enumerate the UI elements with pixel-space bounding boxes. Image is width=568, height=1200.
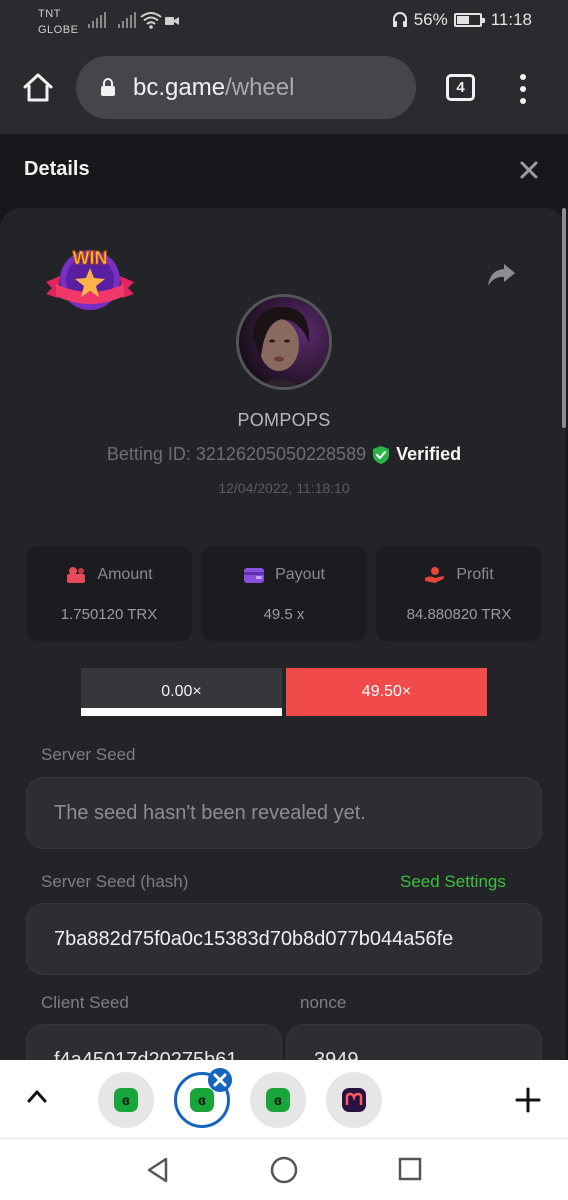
home-icon[interactable] <box>22 72 54 104</box>
stat-profit-label: Profit <box>456 566 494 583</box>
betting-id-row: Betting ID: 32126205050228589 Verified <box>0 444 566 465</box>
carrier-line1: TNT <box>38 8 61 20</box>
address-bar[interactable]: bc.game/wheel <box>76 56 416 119</box>
carrier-line2: GLOBE <box>38 24 79 36</box>
battery-icon <box>453 13 485 27</box>
tab-item[interactable]: ɞ <box>98 1072 154 1128</box>
url-domain: bc.game <box>133 74 226 101</box>
stat-payout-value: 49.5 x <box>263 606 305 623</box>
url-text: bc.game/wheel <box>133 74 294 102</box>
details-title: Details <box>24 158 90 180</box>
nonce-label: nonce <box>300 993 347 1012</box>
overflow-menu-icon[interactable] <box>517 74 529 104</box>
multiplier-left-label: 0.00× <box>161 683 202 700</box>
stat-profit-value: 84.880820 TRX <box>406 606 512 623</box>
win-badge-text: WIN <box>73 248 108 268</box>
multiplier-segment-right: 49.50× <box>286 668 487 716</box>
betting-id: Betting ID: 32126205050228589 <box>106 444 367 464</box>
lock-icon <box>101 78 115 96</box>
client-seed-label: Client Seed <box>41 993 129 1012</box>
stat-amount: Amount 1.750120 TRX <box>26 546 192 641</box>
stat-amount-value: 1.750120 TRX <box>60 606 158 623</box>
bcgame-tab-icon: ɞ <box>114 1088 138 1112</box>
multiplier-segment-left: 0.00× <box>81 668 282 716</box>
avatar <box>236 294 332 390</box>
signal-icon <box>88 12 106 28</box>
recents-icon[interactable] <box>398 1157 422 1181</box>
multiplier-right-label: 49.50× <box>361 683 412 700</box>
stat-payout-label: Payout <box>275 566 325 583</box>
seed-settings-link[interactable]: Seed Settings <box>400 872 506 892</box>
stat-profit: Profit 84.880820 TRX <box>376 546 542 641</box>
chevron-up-icon[interactable] <box>26 1088 48 1104</box>
share-icon[interactable] <box>486 262 516 288</box>
tab-item[interactable] <box>326 1072 382 1128</box>
verified-label: Verified <box>396 444 462 464</box>
carrier-label: TNT GLOBE <box>38 6 78 38</box>
bet-details-card: WIN POMPOPS Betting ID: 3212620505022858… <box>0 208 566 1068</box>
add-tab-icon[interactable] <box>515 1087 541 1113</box>
stats-row: Amount 1.750120 TRX Payout 49.5 x Profit… <box>26 546 542 641</box>
app-tab-icon <box>342 1088 366 1112</box>
status-right: 56% 11:18 <box>392 10 532 30</box>
avatar-image <box>239 297 329 387</box>
bet-datetime: 12/04/2022, 11:18:10 <box>218 480 350 496</box>
video-camera-icon <box>165 17 179 25</box>
stat-payout: Payout 49.5 x <box>201 546 367 641</box>
browser-toolbar: bc.game/wheel 4 <box>0 44 568 134</box>
tab-switcher-button[interactable]: 4 <box>446 74 475 101</box>
profit-icon <box>425 567 445 583</box>
signal-icon-2 <box>118 12 136 28</box>
server-seed-hash-field[interactable]: 7ba882d75f0a0c15383d70b8d077b044a56fe <box>26 903 542 975</box>
wifi-icon <box>140 12 162 29</box>
win-badge-icon: WIN <box>46 248 134 310</box>
back-icon[interactable] <box>146 1157 170 1183</box>
amount-icon <box>67 567 86 583</box>
tab-strip: ɞ ɞ ɞ <box>0 1060 568 1138</box>
clock: 11:18 <box>490 10 532 29</box>
close-icon[interactable] <box>519 160 539 180</box>
url-path: /wheel <box>225 74 295 101</box>
headset-icon <box>392 12 407 27</box>
selected-indicator <box>81 708 282 716</box>
server-seed-field[interactable]: The seed hasn't been revealed yet. <box>26 777 542 849</box>
server-seed-label: Server Seed <box>41 745 136 764</box>
bcgame-tab-icon: ɞ <box>190 1088 214 1112</box>
battery-percent: 56% <box>413 10 448 29</box>
home-nav-icon[interactable] <box>270 1156 298 1184</box>
username: POMPOPS <box>237 410 331 430</box>
status-bar: TNT GLOBE 56% 11:18 <box>0 0 568 44</box>
scrollbar[interactable] <box>562 208 566 428</box>
server-seed-hash-label: Server Seed (hash) <box>41 872 189 891</box>
stat-amount-label: Amount <box>97 566 153 583</box>
bcgame-tab-icon: ɞ <box>266 1088 290 1112</box>
wallet-icon <box>244 568 265 583</box>
close-tab-icon[interactable] <box>208 1068 232 1092</box>
verified-shield-icon <box>373 445 390 464</box>
tab-item[interactable]: ɞ <box>250 1072 306 1128</box>
system-nav-bar <box>0 1138 568 1200</box>
